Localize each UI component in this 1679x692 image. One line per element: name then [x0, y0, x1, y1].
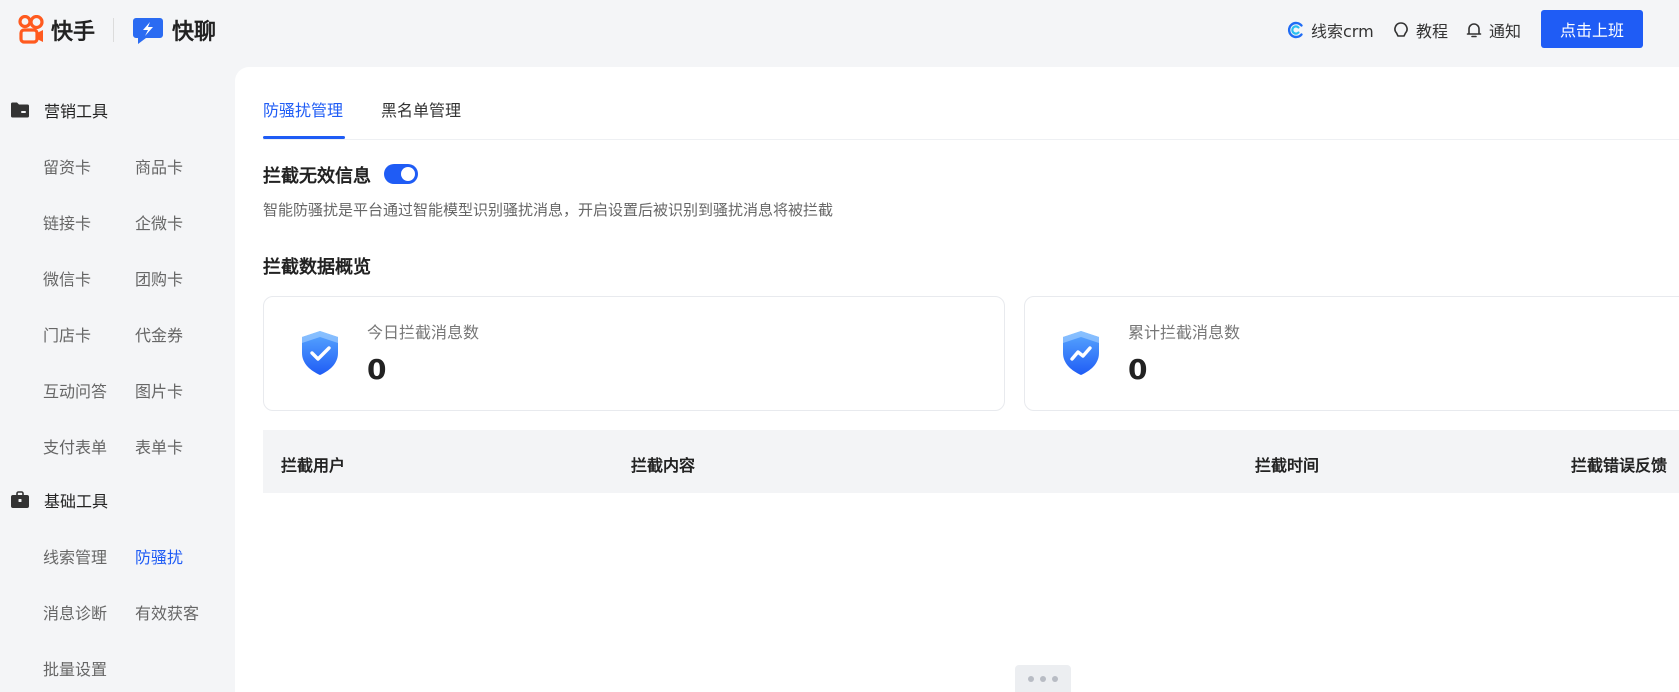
tab-bar: 防骚扰管理 黑名单管理 [263, 67, 1679, 140]
loading-dot [1040, 675, 1046, 682]
loading-dot [1028, 675, 1034, 682]
sidebar-group-title: 基础工具 [44, 492, 109, 511]
top-bar: 快手 快聊 线索crm 教程 通知 点击上班 [0, 0, 1679, 62]
total-intercept-label: 累计拦截消息数 [1128, 323, 1241, 342]
sidebar-item-product-card[interactable]: 商品卡 [135, 154, 183, 178]
intercept-title: 拦截无效信息 [263, 166, 371, 187]
sidebar-item-anti-harassment[interactable]: 防骚扰 [135, 544, 183, 568]
column-header-feedback[interactable]: 拦截错误反馈 [1571, 452, 1667, 476]
shield-check-icon [302, 331, 338, 375]
sidebar-item-image-card[interactable]: 图片卡 [135, 378, 183, 402]
sidebar-item-groupbuy-card[interactable]: 团购卡 [135, 266, 183, 290]
folder-icon [11, 102, 29, 118]
brand-divider [113, 18, 114, 42]
sidebar-item-lead-management[interactable]: 线索管理 [43, 544, 107, 568]
sidebar-item-link-card[interactable]: 链接卡 [43, 210, 91, 234]
notice-link[interactable]: 通知 [1465, 18, 1521, 42]
sidebar-item-payment-form[interactable]: 支付表单 [43, 434, 107, 458]
lightbulb-icon [1394, 22, 1408, 37]
intercept-description: 智能防骚扰是平台通过智能模型识别骚扰消息，开启设置后被识别到骚扰消息将被拦截 [263, 201, 834, 219]
sidebar: 营销工具 留资卡 商品卡 链接卡 企微卡 微信卡 团购卡 门店卡 代金券 互动问… [0, 62, 235, 692]
sidebar-item-form-card[interactable]: 表单卡 [135, 434, 183, 458]
active-tab-indicator [263, 136, 345, 139]
briefcase-icon [11, 491, 29, 508]
total-intercept-value: 0 [1128, 353, 1148, 386]
column-header-time[interactable]: 拦截时间 [1255, 452, 1319, 476]
loading-indicator [1015, 665, 1071, 692]
crm-icon [1287, 21, 1303, 39]
sidebar-item-voucher[interactable]: 代金券 [135, 322, 183, 346]
kuailiao-logo-icon [133, 18, 163, 44]
sidebar-item-interactive-qa[interactable]: 互动问答 [43, 378, 107, 402]
main-panel: 防骚扰管理 黑名单管理 拦截无效信息 智能防骚扰是平台通过智能模型识别骚扰消息，… [235, 67, 1679, 692]
tab-anti-harassment[interactable]: 防骚扰管理 [263, 97, 343, 121]
kuaishou-brand-text: 快手 [51, 20, 96, 45]
tutorial-link-label: 教程 [1416, 22, 1449, 41]
column-header-user[interactable]: 拦截用户 [281, 452, 345, 476]
loading-dot [1052, 675, 1058, 682]
toggle-knob [401, 167, 415, 181]
sidebar-item-store-card[interactable]: 门店卡 [43, 322, 91, 346]
clock-in-button[interactable]: 点击上班 [1541, 10, 1643, 48]
sidebar-item-batch-settings[interactable]: 批量设置 [43, 656, 107, 680]
kuailiao-brand-text: 快聊 [172, 20, 217, 45]
crm-link-label: 线索crm [1311, 22, 1374, 41]
today-intercept-value: 0 [367, 353, 387, 386]
kuaishou-brand[interactable]: 快手 [18, 14, 95, 46]
overview-title: 拦截数据概览 [263, 257, 371, 278]
intercept-table-header: 拦截用户 拦截内容 拦截时间 拦截错误反馈 [263, 430, 1679, 493]
total-intercept-card: 累计拦截消息数 0 [1024, 296, 1679, 411]
kuaishou-logo-icon [18, 15, 44, 44]
kuailiao-brand[interactable]: 快聊 [132, 14, 216, 46]
sidebar-item-leads-card[interactable]: 留资卡 [43, 154, 91, 178]
column-header-content[interactable]: 拦截内容 [631, 452, 695, 476]
sidebar-group-title: 营销工具 [44, 102, 109, 121]
notice-link-label: 通知 [1489, 22, 1522, 41]
intercept-toggle[interactable] [384, 164, 418, 184]
sidebar-item-effective-acquisition[interactable]: 有效获客 [135, 600, 199, 624]
today-intercept-label: 今日拦截消息数 [367, 323, 480, 342]
today-intercept-card: 今日拦截消息数 0 [263, 296, 1005, 411]
crm-link[interactable]: 线索crm [1287, 18, 1374, 42]
sidebar-item-wechat-card[interactable]: 微信卡 [43, 266, 91, 290]
bell-icon [1466, 23, 1482, 38]
sidebar-item-message-diagnosis[interactable]: 消息诊断 [43, 600, 107, 624]
tab-blacklist[interactable]: 黑名单管理 [381, 97, 461, 121]
shield-trend-icon [1063, 331, 1099, 375]
tutorial-link[interactable]: 教程 [1392, 18, 1448, 42]
sidebar-group-basic: 基础工具 [10, 488, 108, 512]
sidebar-group-marketing: 营销工具 [10, 98, 108, 122]
sidebar-item-wecom-card[interactable]: 企微卡 [135, 210, 183, 234]
